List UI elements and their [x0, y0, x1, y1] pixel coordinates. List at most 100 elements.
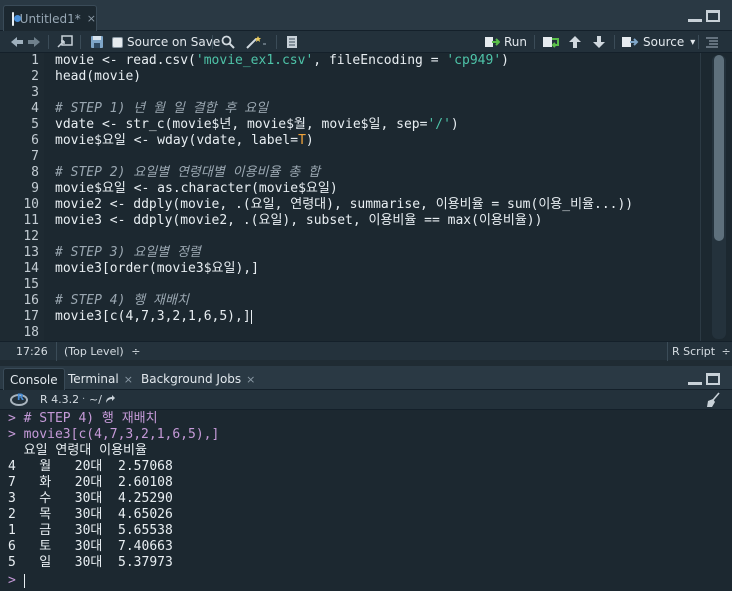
minimize-pane-icon[interactable]: [688, 373, 702, 385]
tab-background-jobs[interactable]: Background Jobs ×: [135, 368, 261, 390]
find-replace-icon[interactable]: [221, 33, 235, 51]
console-tab-bar: Console Terminal × Background Jobs ×: [0, 366, 732, 390]
maximize-pane-icon[interactable]: [706, 373, 720, 385]
code-token: ): [305, 133, 314, 148]
scrollbar-thumb[interactable]: [714, 55, 724, 241]
line-number: 17: [23, 309, 39, 324]
code-token: T: [298, 133, 306, 148]
code-line[interactable]: vdate <- str_c(movie$년, movie$월, movie$일…: [55, 117, 459, 133]
code-comment: # STEP 1) 년 월 일 결합 후 요일: [55, 101, 269, 116]
code-line[interactable]: movie2 <- ddply(movie, .(요일, 연령대), summa…: [55, 197, 633, 213]
code-line[interactable]: head(movie): [55, 69, 141, 85]
code-line[interactable]: movie3[order(movie3$요일),]: [55, 261, 259, 277]
line-number: 18: [23, 325, 39, 340]
source-label: Source: [643, 35, 685, 49]
close-tab-icon[interactable]: ×: [87, 12, 96, 25]
code-editor[interactable]: 1 2 3 4 5 6 7 8 9 10 11 12 13 14 15 16 17 18 movie <- rea…: [0, 53, 732, 341]
print-margin-line: [700, 53, 701, 341]
code-token: movie2 <- ddply(movie, .(요일, 연령대), summa…: [55, 197, 634, 212]
save-icon[interactable]: [90, 33, 104, 51]
forward-arrow-icon[interactable]: [27, 33, 41, 51]
line-number: 2: [31, 69, 39, 84]
toolbar-divider: [276, 35, 277, 49]
code-line[interactable]: # STEP 4) 행 재배치: [55, 293, 189, 309]
code-line[interactable]: # STEP 1) 년 월 일 결합 후 요일: [55, 101, 268, 117]
code-line[interactable]: movie <- read.csv('movie_ex1.csv', fileE…: [55, 53, 509, 69]
separator-dot: ·: [82, 394, 86, 405]
console-input-prompt[interactable]: >: [8, 573, 25, 589]
code-line[interactable]: movie$요일 <- wday(vdate, label=T): [55, 133, 314, 149]
toolbar-divider: [48, 35, 49, 49]
rerun-icon[interactable]: [542, 33, 562, 51]
console-output-line: 6 토 30대 7.40663: [8, 539, 173, 554]
toolbar-divider: [614, 35, 615, 49]
working-directory[interactable]: ~/: [89, 393, 102, 406]
close-terminal-tab-icon[interactable]: ×: [124, 373, 133, 386]
code-token: ): [450, 117, 459, 132]
code-line[interactable]: # STEP 3) 요일별 정렬: [55, 245, 201, 261]
prompt-symbol: >: [8, 573, 24, 588]
editor-tab-untitled1[interactable]: Untitled1* ×: [3, 5, 97, 31]
go-to-next-section-icon[interactable]: [592, 33, 606, 51]
console-output-line: 2 목 30대 4.65026: [8, 507, 173, 522]
console-echo-line: > movie3[c(4,7,3,2,1,6,5),]: [8, 427, 220, 442]
source-editor-pane: Untitled1* × Source on Save Run Source ▾…: [0, 0, 732, 361]
run-label: Run: [504, 35, 528, 49]
run-button[interactable]: Run: [484, 33, 527, 51]
line-number: 11: [23, 213, 39, 228]
editor-tab-bar: Untitled1* ×: [0, 0, 732, 31]
source-dropdown-arrow-icon[interactable]: ▾: [690, 37, 695, 48]
code-token: head(movie): [55, 69, 142, 84]
cursor-position: 17:26: [16, 345, 48, 358]
line-number: 3: [31, 85, 39, 100]
console-cursor: [23, 573, 25, 588]
clear-console-broom-icon[interactable]: [705, 392, 721, 411]
source-button[interactable]: Source ▾: [621, 33, 695, 51]
code-tools-wand-icon[interactable]: [245, 33, 267, 51]
close-background-jobs-tab-icon[interactable]: ×: [246, 373, 255, 386]
code-comment: # STEP 3) 요일별 정렬: [55, 245, 201, 260]
minimize-pane-icon[interactable]: [688, 10, 702, 22]
line-number: 8: [31, 165, 39, 180]
line-number-gutter: 1 2 3 4 5 6 7 8 9 10 11 12 13 14 15 16 17 18: [0, 53, 44, 341]
code-line[interactable]: movie3 <- ddply(movie2, .(요일), subset, 이…: [55, 213, 542, 229]
source-on-save-checkbox[interactable]: Source on Save: [112, 33, 220, 51]
back-arrow-icon[interactable]: [10, 33, 24, 51]
line-number: 4: [31, 101, 39, 116]
scope-updown-icon: ÷: [131, 345, 141, 358]
console-output[interactable]: > # STEP 4) 행 재배치 > movie3[c(4,7,3,2,1,6,…: [0, 410, 732, 591]
line-number: 14: [23, 261, 39, 276]
tab-console[interactable]: Console: [3, 368, 65, 390]
editor-vertical-scrollbar[interactable]: [712, 55, 726, 339]
console-output-line: 4 월 20대 2.57068: [8, 459, 173, 474]
line-number: 12: [23, 229, 39, 244]
code-line[interactable]: movie3[c(4,7,3,2,1,6,5),]: [55, 309, 252, 325]
scope-selector[interactable]: (Top Level) ÷: [64, 345, 140, 358]
show-in-window-icon[interactable]: [57, 33, 73, 51]
go-to-previous-section-icon[interactable]: [568, 33, 582, 51]
code-token: movie$요일 <- wday(vdate, label=: [55, 133, 299, 148]
line-number: 7: [31, 149, 39, 164]
console-subheader: R 4.3.2 · ~/: [0, 390, 732, 410]
go-to-directory-icon[interactable]: [104, 393, 116, 408]
file-type-selector[interactable]: R Script ÷: [672, 345, 731, 358]
code-token: , fileEncoding =: [313, 53, 447, 68]
console-output-line: 5 일 30대 5.37973: [8, 555, 173, 570]
tab-terminal[interactable]: Terminal ×: [62, 368, 139, 390]
maximize-pane-icon[interactable]: [706, 10, 720, 22]
tab-background-jobs-label: Background Jobs: [141, 372, 242, 386]
console-output-line: 3 수 30대 4.25290: [8, 491, 173, 506]
document-outline-icon[interactable]: [705, 33, 719, 51]
code-token: movie <- read.csv(: [55, 53, 196, 68]
compile-report-icon[interactable]: [286, 33, 298, 51]
code-line[interactable]: # STEP 2) 요일별 연령대별 이용비율 총 합: [55, 165, 320, 181]
code-line[interactable]: movie$요일 <- as.character(movie$요일): [55, 181, 338, 197]
toolbar-divider: [534, 35, 535, 49]
line-number: 1: [31, 53, 39, 68]
source-icon: [622, 37, 639, 47]
file-type-label: R Script: [672, 345, 716, 358]
code-token: movie3 <- ddply(movie2, .(요일), subset, 이…: [55, 213, 543, 228]
file-type-updown-icon: ÷: [721, 345, 731, 358]
console-pane: Console Terminal × Background Jobs × R 4…: [0, 366, 732, 591]
toolbar-divider: [212, 35, 213, 49]
